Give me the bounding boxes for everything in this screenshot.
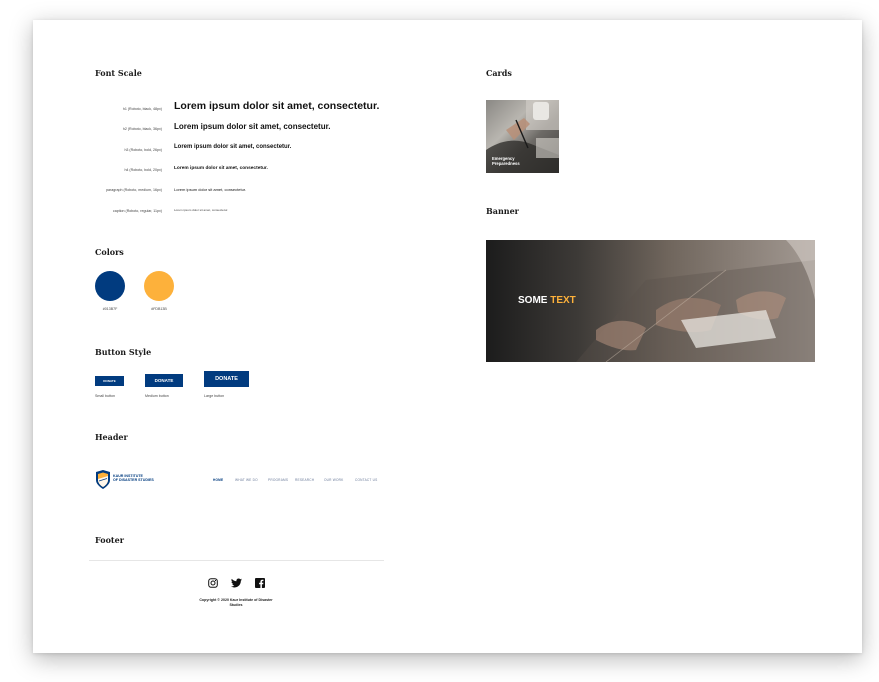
- small-button-caption: Small button: [95, 394, 115, 398]
- banner-headline-white: SOME: [518, 295, 548, 306]
- font-scale-sample-h3: Lorem ipsum dolor sit amet, consectetur.: [174, 144, 292, 150]
- cards-title: Cards: [486, 68, 512, 78]
- card-emergency-preparedness[interactable]: Emergency Preparedness: [486, 100, 559, 173]
- font-scale-label-h1: h1 (Roboto, black, 48px): [122, 107, 162, 111]
- nav-item-our-work[interactable]: OUR WORK: [324, 478, 344, 482]
- medium-button-caption: Medium button: [145, 394, 169, 398]
- font-scale-label-h3: h3 (Roboto, bold, 26px): [124, 148, 162, 152]
- color-swatch-accent-label: #FDB13B: [151, 307, 167, 311]
- font-scale-sample-h1: Lorem ipsum dolor sit amet, consectetur.: [174, 100, 380, 112]
- colors-title: Colors: [95, 247, 124, 257]
- donate-button-medium[interactable]: DONATE: [145, 374, 183, 387]
- color-swatch-accent: [144, 271, 174, 301]
- footer-divider: [89, 560, 384, 561]
- font-scale-title: Font Scale: [95, 68, 142, 78]
- donate-button-large[interactable]: DONATE: [204, 371, 249, 387]
- font-scale-sample-h2: Lorem ipsum dolor sit amet, consectetur.: [174, 122, 331, 131]
- institute-logo-text: KAUR INSTITUTE OF DISASTER STUDIES: [113, 474, 154, 483]
- nav-item-contact-us[interactable]: CONTACT US: [355, 478, 377, 482]
- nav-item-programs[interactable]: PROGRAMS: [268, 478, 288, 482]
- banner-headline-accent: TEXT: [550, 295, 576, 306]
- font-scale-label-h4: h4 (Roboto, bold, 20px): [124, 168, 162, 172]
- font-scale-sample-caption: Lorem ipsum dolor sit amet, consectetur.: [174, 208, 229, 212]
- banner-title: Banner: [486, 206, 519, 216]
- instagram-icon[interactable]: [208, 575, 218, 588]
- twitter-icon[interactable]: [231, 575, 242, 588]
- nav-item-home[interactable]: HOME: [213, 478, 223, 482]
- nav-item-research[interactable]: RESEARCH: [295, 478, 314, 482]
- style-guide-sheet: Font Scale h1 (Roboto, black, 48px) Lore…: [33, 20, 862, 653]
- font-scale-sample-paragraph: Lorem ipsum dolor sit amet, consectetur.: [174, 187, 247, 192]
- logo-line-2: OF DISASTER STUDIES: [113, 478, 154, 483]
- font-scale-label-h2: h2 (Roboto, black, 36px): [122, 127, 162, 131]
- color-swatch-primary-label: #013B7F: [102, 307, 118, 311]
- large-button-caption: Large button: [204, 394, 225, 398]
- card-caption: Emergency Preparedness: [492, 156, 520, 167]
- font-scale-label-paragraph: paragraph (Roboto, medium, 16px): [106, 188, 162, 192]
- color-swatch-primary: [95, 271, 125, 301]
- button-style-title: Button Style: [95, 347, 152, 357]
- facebook-icon[interactable]: [255, 575, 265, 588]
- font-scale-label-caption: caption (Roboto, regular, 11px): [112, 209, 162, 213]
- nav-item-what-we-do[interactable]: WHAT WE DO: [235, 478, 258, 482]
- card-caption-line-2: Preparedness: [492, 160, 520, 166]
- institute-logo-shield-icon[interactable]: [95, 470, 111, 489]
- footer-copyright: Copyright © 2020 Kaur Institute of Disas…: [183, 598, 289, 607]
- font-scale-sample-h4: Lorem ipsum dolor sit amet, consectetur.: [174, 166, 268, 171]
- copyright-line-2: Studies: [229, 602, 243, 607]
- hero-banner: SOME TEXT: [486, 240, 815, 362]
- banner-headline: SOME TEXT: [518, 295, 576, 306]
- header-title: Header: [95, 432, 128, 442]
- donate-button-small[interactable]: DONATE: [95, 376, 124, 386]
- footer-title: Footer: [95, 535, 124, 545]
